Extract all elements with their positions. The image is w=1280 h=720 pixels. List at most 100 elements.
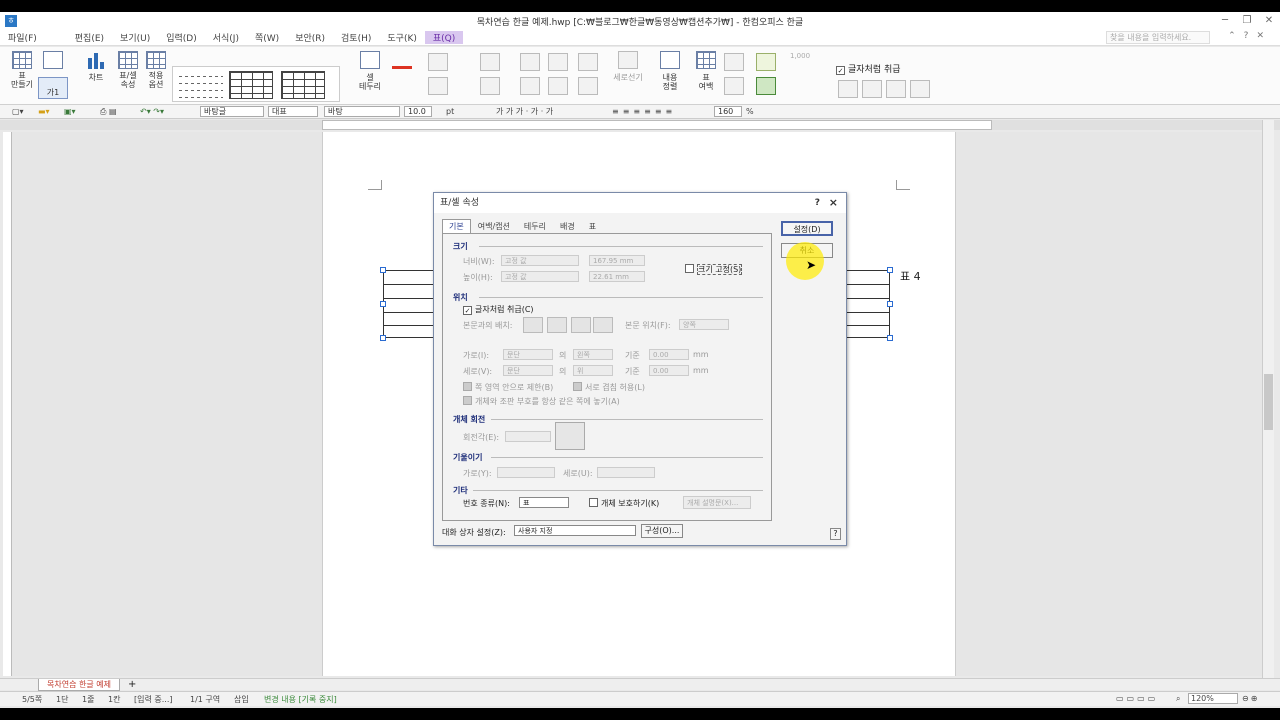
height-mode-select[interactable]: 고정 값	[501, 271, 579, 282]
grid-border-style-2[interactable]	[281, 71, 325, 99]
status-track-changes[interactable]: 변경 내용 [기록 중지]	[264, 694, 337, 705]
resize-handle[interactable]	[887, 335, 893, 341]
style-select[interactable]: 바탕글	[200, 106, 264, 117]
wrap-top-bottom-icon[interactable]	[547, 317, 567, 333]
number-type-select[interactable]: 표	[519, 497, 569, 508]
open-folder-icon[interactable]: ▬▾	[38, 106, 50, 117]
wrap-behind-icon[interactable]	[571, 317, 591, 333]
content-align-button[interactable]: 내용 정렬	[656, 51, 684, 91]
minimize-icon[interactable]: ─	[1214, 12, 1236, 30]
paragraph-align-icons[interactable]: ≡≡≡≡≡≡	[612, 106, 676, 117]
vertical-ruler[interactable]	[3, 132, 12, 676]
calc-icon[interactable]	[756, 77, 776, 95]
skew-vertical-input[interactable]	[597, 467, 655, 478]
wrap-front-icon[interactable]	[593, 317, 613, 333]
language-select[interactable]: 대표	[268, 106, 318, 117]
horizontal-ruler[interactable]	[322, 120, 992, 130]
document-tab[interactable]: 목차연습 한글 예제	[38, 679, 120, 691]
formula-icon[interactable]	[756, 53, 776, 71]
menu-insert[interactable]: 입력(D)	[158, 31, 205, 44]
menu-review[interactable]: 검토(H)	[333, 31, 379, 44]
char-format-buttons[interactable]: 가 가 가 · 가 · 가	[496, 106, 553, 117]
skew-horizontal-input[interactable]	[497, 467, 555, 478]
make-table-button[interactable]: 표 만들기	[8, 51, 36, 89]
menu-security[interactable]: 보안(R)	[287, 31, 333, 44]
add-tab-icon[interactable]: +	[128, 679, 136, 690]
chart-button[interactable]: 차트	[84, 51, 108, 82]
cell-preset-selector[interactable]: 가1	[38, 77, 68, 99]
horizontal-ref-select[interactable]: 문단	[503, 349, 553, 360]
resize-handle[interactable]	[380, 267, 386, 273]
body-position-select[interactable]: 양쪽	[679, 319, 729, 330]
wrap-square-icon[interactable]	[523, 317, 543, 333]
border-style-gallery[interactable]	[172, 66, 340, 102]
compose-button[interactable]: 구성(O)...	[641, 524, 683, 538]
menu-table[interactable]: 표(Q)	[424, 31, 464, 44]
menu-view[interactable]: 보기(U)	[112, 31, 158, 44]
table-margin-button[interactable]: 표 여백	[692, 51, 720, 91]
new-doc-icon[interactable]: ▢▾	[12, 106, 24, 117]
search-input[interactable]: 찾을 내용을 입력하세요.	[1106, 31, 1210, 44]
status-insert[interactable]: 삽입	[234, 694, 249, 705]
zoom-select[interactable]: 120%	[1188, 693, 1238, 704]
object-description-button[interactable]: 개체 설명문(X)...	[683, 496, 751, 509]
rotation-icon[interactable]	[555, 422, 585, 450]
width-mode-select[interactable]: 고정 값	[501, 255, 579, 266]
vertical-scrollbar[interactable]	[1262, 120, 1274, 682]
help-icon[interactable]: ?	[815, 193, 820, 213]
height-input[interactable]: 22.61 mm	[589, 271, 645, 282]
pen-color-button[interactable]	[390, 51, 414, 71]
menu-edit[interactable]: 편집(E)	[67, 31, 112, 44]
grid-border-style[interactable]	[229, 71, 273, 99]
limit-page-checkbox[interactable]: 쪽 영역 안으로 제한(B)	[463, 382, 553, 393]
width-input[interactable]: 167.95 mm	[589, 255, 645, 266]
maximize-icon[interactable]: ❐	[1236, 12, 1258, 30]
line-spacing-input[interactable]: 160	[714, 106, 742, 117]
apply-options-button[interactable]: 적용 옵션	[144, 51, 168, 89]
preset-select[interactable]: 사용자 지정	[514, 525, 636, 536]
tab-table[interactable]: 표	[582, 219, 603, 234]
help-controls[interactable]: ⌃?✕	[1228, 31, 1272, 41]
font-size-input[interactable]: 10.0	[404, 106, 432, 117]
save-icon[interactable]: ▣▾	[64, 106, 76, 117]
allow-overlap-checkbox[interactable]: 서로 겹침 허용(L)	[573, 382, 645, 393]
tab-border[interactable]: 테두리	[517, 219, 553, 234]
zoom-buttons[interactable]: ⊖⊕	[1242, 694, 1259, 703]
cell-border-button[interactable]: 셀 테두리	[356, 51, 384, 91]
treat-as-char-checkbox[interactable]: ✓ 글자처럼 취급	[836, 62, 901, 75]
cell-style-button[interactable]	[40, 51, 66, 71]
fix-size-checkbox[interactable]: 크기 고정(S)	[685, 264, 743, 275]
tab-background[interactable]: 배경	[553, 219, 582, 234]
tab-basic[interactable]: 기본	[442, 219, 471, 234]
close-icon[interactable]: ✕	[1258, 12, 1280, 30]
vertical-align-select[interactable]: 위	[573, 365, 613, 376]
view-mode-icons[interactable]: ▭▭▭▭	[1116, 694, 1158, 703]
menu-page[interactable]: 쪽(W)	[247, 31, 287, 44]
resize-handle[interactable]	[887, 267, 893, 273]
print-icon[interactable]: ⎙ ▤	[100, 106, 117, 117]
vertical-ref-select[interactable]: 문단	[503, 365, 553, 376]
menu-format[interactable]: 서식(J)	[205, 31, 247, 44]
zoom-icon[interactable]: ⌕	[1176, 694, 1180, 704]
menu-file[interactable]: 파일(F)	[0, 31, 45, 44]
menu-tools[interactable]: 도구(K)	[379, 31, 425, 44]
dialog-help-icon[interactable]: ?	[830, 528, 841, 540]
protect-checkbox[interactable]: 개체 보호하기(K)	[589, 498, 659, 509]
keep-anchor-checkbox[interactable]: 개체와 조판 부호를 항상 같은 쪽에 놓기(A)	[463, 396, 620, 407]
resize-handle[interactable]	[380, 335, 386, 341]
undo-icon[interactable]: ↶▾ ↷▾	[140, 106, 164, 117]
scroll-thumb[interactable]	[1264, 374, 1273, 430]
table-props-button[interactable]: 표/셀 속성	[116, 51, 140, 89]
horizontal-align-select[interactable]: 왼쪽	[573, 349, 613, 360]
set-button[interactable]: 설정(D)	[781, 221, 833, 236]
rotation-angle-input[interactable]	[505, 431, 551, 442]
treat-as-char-checkbox[interactable]: ✓ 글자처럼 취급(C)	[463, 304, 534, 315]
close-icon[interactable]: ×	[829, 193, 838, 213]
vertical-offset-input[interactable]: 0.00	[649, 365, 689, 376]
resize-handle[interactable]	[887, 301, 893, 307]
horizontal-offset-input[interactable]: 0.00	[649, 349, 689, 360]
dashed-border-style[interactable]	[179, 71, 223, 99]
vertical-line-button[interactable]: 세로선기	[612, 51, 644, 82]
font-select[interactable]: 바탕	[324, 106, 400, 117]
resize-handle[interactable]	[380, 301, 386, 307]
